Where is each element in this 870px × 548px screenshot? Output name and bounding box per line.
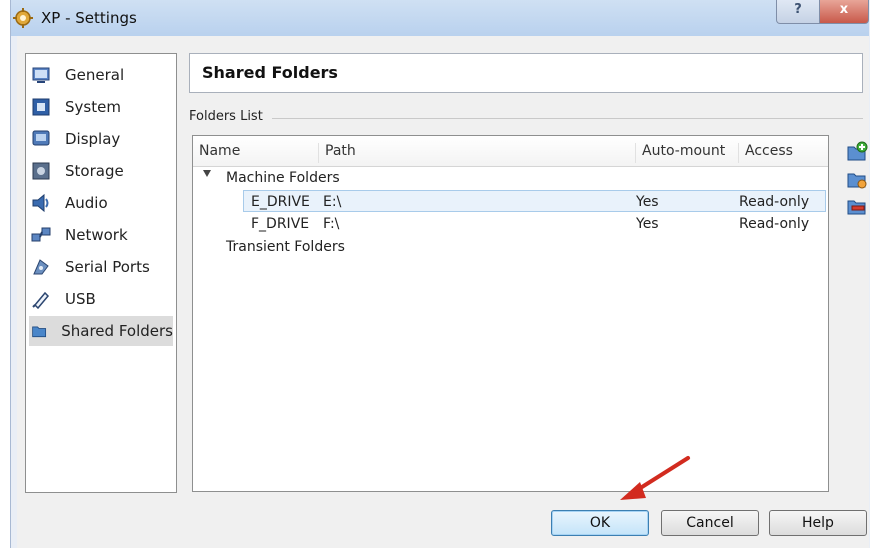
tree-header: Name Path Auto-mount Access bbox=[193, 136, 828, 167]
sidebar-item-storage[interactable]: Storage bbox=[29, 156, 173, 186]
sidebar-item-display[interactable]: Display bbox=[29, 124, 173, 154]
title-help-button[interactable]: ? bbox=[776, 0, 820, 24]
sidebar-item-audio[interactable]: Audio bbox=[29, 188, 173, 218]
sidebar-item-label: Shared Folders bbox=[61, 322, 173, 340]
display-icon bbox=[32, 130, 50, 146]
sidebar-item-shared-folders[interactable]: Shared Folders bbox=[29, 316, 173, 346]
sidebar-item-label: Network bbox=[65, 226, 128, 244]
sidebar-item-label: Serial Ports bbox=[65, 258, 150, 276]
group-divider bbox=[272, 118, 863, 119]
sidebar-item-network[interactable]: Network bbox=[29, 220, 173, 250]
cell-path: F:\ bbox=[323, 216, 340, 232]
gear-icon bbox=[13, 8, 33, 28]
edit-folder-button[interactable] bbox=[845, 167, 869, 191]
window-title: XP - Settings bbox=[41, 9, 137, 27]
column-header-access[interactable]: Access bbox=[738, 143, 793, 163]
sidebar-item-label: Storage bbox=[65, 162, 124, 180]
column-header-auto-mount[interactable]: Auto-mount bbox=[635, 143, 725, 163]
help-button[interactable]: Help bbox=[769, 510, 867, 536]
network-icon bbox=[31, 227, 51, 242]
remove-folder-icon bbox=[847, 200, 866, 215]
cell-path: E:\ bbox=[323, 194, 342, 210]
add-folder-icon bbox=[847, 141, 868, 161]
page-title: Shared Folders bbox=[202, 63, 338, 82]
title-bar: XP - Settings ? x bbox=[11, 0, 869, 36]
sidebar-item-label: Audio bbox=[65, 194, 108, 212]
serial-ports-icon bbox=[33, 259, 49, 275]
ok-button[interactable]: OK bbox=[551, 510, 649, 536]
table-row[interactable]: F_DRIVE F:\ Yes Read-only bbox=[193, 213, 828, 235]
cell-auto-mount: Yes bbox=[636, 216, 659, 232]
sidebar-item-serial-ports[interactable]: Serial Ports bbox=[29, 252, 173, 282]
settings-window: XP - Settings ? x General System Display… bbox=[10, 0, 870, 548]
edit-folder-icon bbox=[847, 173, 867, 189]
sidebar-item-label: USB bbox=[65, 290, 96, 308]
cell-access: Read-only bbox=[739, 216, 810, 232]
table-row[interactable]: E_DRIVE E:\ Yes Read-only bbox=[243, 190, 826, 212]
sidebar-item-system[interactable]: System bbox=[29, 92, 173, 122]
folders-list-label: Folders List bbox=[189, 109, 269, 124]
shared-folders-tree[interactable]: Name Path Auto-mount Access Machine Fold… bbox=[192, 135, 829, 492]
collapse-arrow-icon[interactable] bbox=[203, 170, 211, 177]
group-label: Transient Folders bbox=[226, 239, 345, 255]
audio-icon bbox=[32, 193, 49, 213]
column-header-name[interactable]: Name bbox=[193, 143, 240, 163]
system-icon bbox=[32, 98, 50, 116]
column-header-path[interactable]: Path bbox=[318, 143, 356, 163]
cell-name: F_DRIVE bbox=[251, 216, 310, 232]
shared-folders-icon bbox=[32, 326, 47, 338]
sidebar-item-label: Display bbox=[65, 130, 121, 148]
settings-sidebar: General System Display Storage Audio Net… bbox=[25, 53, 177, 493]
cell-access: Read-only bbox=[739, 194, 810, 210]
cancel-button[interactable]: Cancel bbox=[661, 510, 759, 536]
sidebar-item-label: General bbox=[65, 66, 125, 84]
remove-folder-button[interactable] bbox=[845, 194, 869, 218]
add-folder-button[interactable] bbox=[845, 140, 869, 164]
group-label: Machine Folders bbox=[226, 170, 340, 186]
page-header: Shared Folders bbox=[189, 53, 863, 93]
tree-group-machine-folders[interactable]: Machine Folders bbox=[193, 167, 828, 189]
storage-icon bbox=[32, 162, 50, 180]
title-close-button[interactable]: x bbox=[819, 0, 869, 24]
general-icon bbox=[32, 67, 50, 83]
cell-name: E_DRIVE bbox=[251, 194, 310, 210]
tree-group-transient-folders[interactable]: Transient Folders bbox=[193, 236, 828, 258]
dialog-client-area: General System Display Storage Audio Net… bbox=[17, 36, 869, 548]
sidebar-item-label: System bbox=[65, 98, 121, 116]
sidebar-item-usb[interactable]: USB bbox=[29, 284, 173, 314]
sidebar-item-general[interactable]: General bbox=[29, 60, 173, 90]
cell-auto-mount: Yes bbox=[636, 194, 659, 210]
usb-icon bbox=[32, 291, 50, 309]
